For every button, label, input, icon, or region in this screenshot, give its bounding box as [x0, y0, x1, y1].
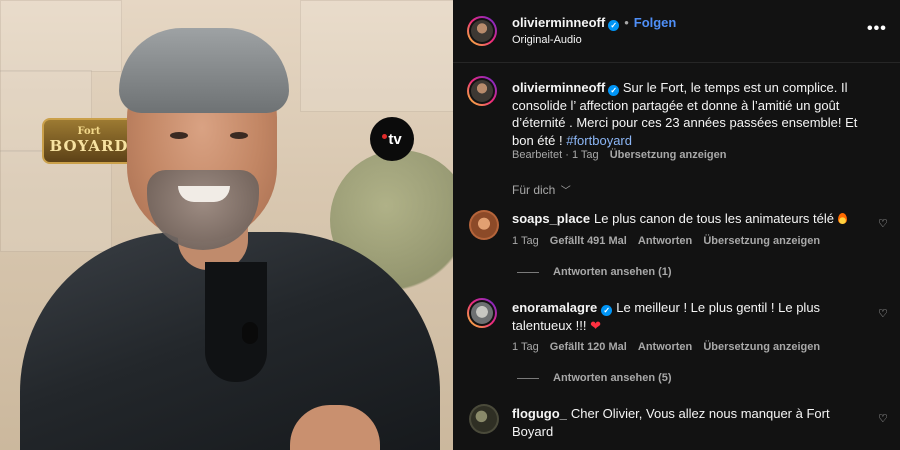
avatar-image: [471, 406, 497, 432]
translate-button[interactable]: Übersetzung anzeigen: [703, 341, 820, 353]
commenter-avatar[interactable]: [469, 404, 499, 434]
comment-body: flogugo_ Cher Olivier, Vous allez nous ma…: [512, 405, 857, 440]
comment-time[interactable]: 1 Tag: [512, 341, 539, 353]
edited-label: Bearbeitet: [512, 149, 563, 161]
comment-sort-dropdown[interactable]: Für dich ﹀: [512, 182, 571, 197]
audio-label[interactable]: Original-Audio: [512, 34, 582, 46]
reply-button[interactable]: Antworten: [638, 235, 692, 247]
person-shirt: [205, 262, 267, 382]
avatar-image: [471, 20, 493, 42]
hashtag-link[interactable]: #fortboyard: [566, 133, 632, 148]
red-heart-emoji-icon: ❤: [590, 317, 601, 333]
post-sidebar: olivierminneoff ✓ • Folgen Original-Audio •…: [453, 0, 900, 450]
comment-username[interactable]: enoramalagre: [512, 300, 597, 315]
post-caption: olivierminneoff ✓ Sur le Fort, le temps e…: [512, 79, 882, 149]
person-eye: [170, 132, 188, 139]
verified-badge-icon: ✓: [608, 20, 620, 31]
caption-meta: Bearbeitet · 1 Tag Übersetzung anzeigen: [512, 149, 726, 161]
avatar-image: [471, 212, 497, 238]
author-username[interactable]: olivierminneoff: [512, 15, 605, 30]
view-replies-button[interactable]: Antworten ansehen (1): [517, 266, 672, 278]
comment-username[interactable]: flogugo_: [512, 406, 567, 421]
separator-dot: •: [624, 15, 629, 30]
replies-divider: [517, 377, 539, 379]
sort-label: Für dich: [512, 183, 556, 197]
replies-divider: [517, 271, 539, 273]
comment-time[interactable]: 1 Tag: [512, 235, 539, 247]
translate-button[interactable]: Übersetzung anzeigen: [703, 235, 820, 247]
view-replies-button[interactable]: Antworten ansehen (5): [517, 372, 672, 384]
verified-badge-icon: ✓: [608, 85, 620, 96]
person-eye: [230, 132, 248, 139]
logo-text-bottom: BOYARD: [49, 137, 129, 155]
logo-dot: [382, 133, 388, 139]
view-replies-label: Antworten ansehen (5): [553, 372, 672, 384]
follow-button[interactable]: Folgen: [634, 15, 677, 30]
commenter-avatar[interactable]: [469, 210, 499, 240]
france-tv-logo: tv: [370, 117, 414, 161]
person-hair: [119, 28, 289, 113]
caption-translate-button[interactable]: Übersetzung anzeigen: [610, 149, 727, 161]
author-avatar[interactable]: [467, 16, 497, 46]
reply-button[interactable]: Antworten: [638, 341, 692, 353]
person-smile: [178, 186, 230, 202]
fire-emoji-icon: [837, 213, 847, 224]
more-options-icon[interactable]: •••: [867, 20, 889, 40]
wall-block: [0, 0, 122, 72]
post-image[interactable]: Fort BOYARD tv: [0, 0, 453, 450]
like-heart-icon[interactable]: ♡: [878, 413, 890, 425]
like-heart-icon[interactable]: ♡: [878, 218, 890, 230]
wall-block: [300, 0, 453, 112]
caption-username[interactable]: olivierminneoff: [512, 80, 605, 95]
comment-body: soaps_place Le plus canon de tous les ani…: [512, 210, 857, 228]
avatar-image: [471, 80, 493, 102]
comment-likes[interactable]: Gefällt 120 Mal: [550, 341, 627, 353]
wall-block: [0, 150, 112, 252]
logo-text-top: Fort: [77, 126, 101, 137]
avatar-image: [471, 302, 493, 324]
like-heart-icon[interactable]: ♡: [878, 308, 890, 320]
post-viewer: Fort BOYARD tv olivierminneoff ✓ • Folgen O…: [0, 0, 900, 450]
comment-body: enoramalagre ✓ Le meilleur ! Le plus genti…: [512, 299, 857, 334]
comment-text: Le plus canon de tous les animateurs tél…: [594, 211, 834, 226]
lapel-microphone: [242, 322, 258, 344]
post-header: olivierminneoff ✓ • Folgen Original-Audio •…: [453, 0, 900, 63]
view-replies-label: Antworten ansehen (1): [553, 266, 672, 278]
comment-meta: 1 Tag Gefällt 491 Mal Antworten Übersetz…: [512, 235, 820, 247]
chevron-down-icon: ﹀: [560, 186, 571, 197]
caption-time[interactable]: 1 Tag: [572, 149, 599, 161]
verified-badge-icon: ✓: [601, 305, 613, 316]
fort-boyard-logo: Fort BOYARD: [42, 118, 136, 164]
comment-username[interactable]: soaps_place: [512, 211, 590, 226]
header-user-row: olivierminneoff ✓ • Folgen: [512, 15, 676, 31]
caption-avatar[interactable]: [467, 76, 497, 106]
comment-likes[interactable]: Gefällt 491 Mal: [550, 235, 627, 247]
commenter-avatar[interactable]: [467, 298, 497, 328]
logo-tv-text: tv: [388, 130, 402, 148]
meta-separator: ·: [565, 149, 572, 161]
comment-meta: 1 Tag Gefällt 120 Mal Antworten Übersetz…: [512, 341, 820, 353]
